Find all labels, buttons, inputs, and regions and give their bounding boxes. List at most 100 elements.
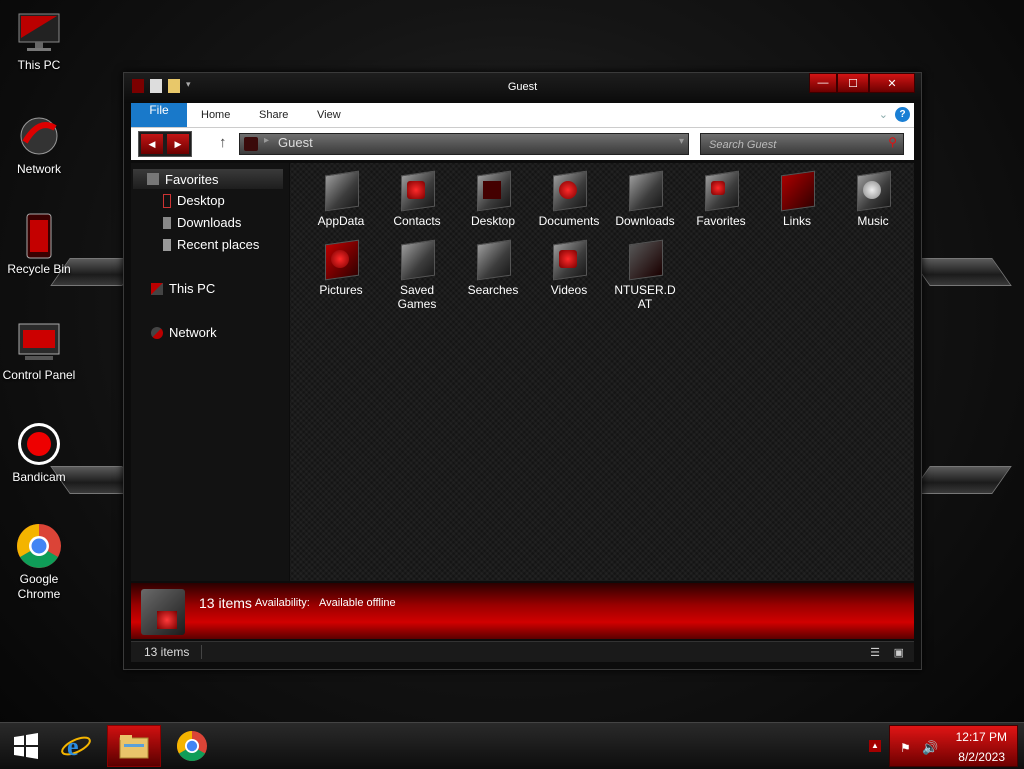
clock-date[interactable]: 8/2/2023 [958,750,1005,764]
nav-item-downloads[interactable]: Downloads [163,215,241,230]
recent-places-icon [163,238,171,251]
details-pane: 13 items Availability: Available offline [131,583,914,639]
file-item-ntuser-dat[interactable]: NTUSER.DAT [607,239,683,311]
chrome-taskbar-button[interactable] [172,725,212,767]
desktop-icon-recycle-bin[interactable]: Recycle Bin [0,212,78,277]
file-name: Saved Games [397,283,437,311]
search-icon[interactable]: ⚲ [888,135,897,149]
flag-icon[interactable]: ⚑ [900,741,911,755]
system-file-icon [625,239,665,281]
desktop-icon-bandicam[interactable]: Bandicam [0,420,78,485]
availability-value: Available offline [319,597,396,609]
monitor-icon [15,8,63,56]
recycle-bin-icon [15,212,63,260]
file-item-contacts[interactable]: Contacts [379,170,455,228]
chrome-icon [176,731,207,762]
navigation-pane: Favorites Desktop Downloads Recent place… [131,163,289,581]
address-text[interactable]: Guest [278,135,313,150]
file-item-links[interactable]: Links [759,170,835,228]
internet-explorer-button[interactable]: e [58,725,94,767]
file-name: Downloads [615,214,675,228]
desktop-icon-label: Recycle Bin [7,262,71,276]
navigation-bar: ◀ ▶ ↑ ▸ Guest ▾ ⚲ [131,128,914,160]
downloads-icon [163,216,171,229]
control-panel-icon [15,318,63,366]
search-input[interactable] [707,136,879,154]
system-tray[interactable]: ⚑ 🔊 12:17 PM 8/2/2023 [889,725,1018,767]
folder-icon [244,137,258,151]
file-item-searches[interactable]: Searches [455,239,531,297]
nav-item-label: Desktop [177,193,225,208]
file-item-documents[interactable]: Documents [531,170,607,228]
address-bar[interactable]: ▸ Guest ▾ [239,133,689,155]
file-name: Music [857,214,889,228]
tab-share[interactable]: Share [259,103,288,127]
volume-icon[interactable]: 🔊 [922,740,938,756]
music-folder-icon [853,170,893,212]
desktop-icon-label: Control Panel [2,368,76,382]
availability-label: Availability: [255,597,310,609]
file-name: Desktop [470,214,516,228]
desktop-icon-label: Network [16,162,61,176]
file-item-appdata[interactable]: AppData [303,170,379,228]
desktop-icon-chrome[interactable]: Google Chrome [0,522,78,602]
expand-ribbon-icon[interactable]: ⌄ [879,108,888,121]
clock-time[interactable]: 12:17 PM [956,730,1007,744]
ribbon: File Home Share View ⌄ ? [131,103,914,128]
file-item-music[interactable]: Music [835,170,911,228]
status-item-count: 13 items [144,645,203,659]
help-icon[interactable]: ? [895,107,910,122]
file-item-videos[interactable]: Videos [531,239,607,297]
file-item-favorites[interactable]: Favorites [683,170,759,228]
saved-games-folder-icon [397,239,437,281]
forward-button[interactable]: ▶ [167,134,189,154]
breadcrumb-separator-icon[interactable]: ▸ [264,135,269,146]
file-item-desktop[interactable]: Desktop [455,170,531,228]
tab-view[interactable]: View [317,103,341,127]
desktop-icon-label: This PC [17,58,61,72]
desktop-icon-this-pc[interactable]: This PC [0,8,78,73]
title-bar[interactable]: ▾ Guest — ☐ ✕ [124,73,921,103]
large-icons-view-icon[interactable]: ▣ [894,646,904,659]
nav-item-favorites[interactable]: Favorites [133,169,283,189]
file-item-saved-games[interactable]: Saved Games [379,239,455,311]
show-hidden-icons-button[interactable]: ▲ [869,740,881,752]
chrome-icon [15,522,63,570]
file-name: Links [782,214,811,228]
explorer-window[interactable]: ▾ Guest — ☐ ✕ File Home Share View ⌄ ? ◀… [123,72,922,670]
desktop-icon-network[interactable]: Network [0,112,78,177]
up-button[interactable]: ↑ [219,134,227,151]
record-icon [15,420,63,468]
maximize-button[interactable]: ☐ [837,73,869,93]
minimize-button[interactable]: — [809,73,837,93]
window-title: Guest [507,81,538,93]
file-item-downloads[interactable]: Downloads [607,170,683,228]
contacts-folder-icon [397,170,437,212]
close-button[interactable]: ✕ [869,73,915,93]
back-button[interactable]: ◀ [141,134,163,154]
tab-home[interactable]: Home [201,103,230,127]
file-explorer-button[interactable] [107,725,161,767]
nav-item-this-pc[interactable]: This PC [151,281,215,296]
file-item-pictures[interactable]: Pictures [303,239,379,297]
chevron-down-icon[interactable]: ▾ [679,136,684,147]
file-name: Favorites [696,214,746,228]
search-box[interactable]: ⚲ [700,133,904,155]
nav-item-label: Downloads [177,215,242,230]
nav-item-desktop[interactable]: Desktop [163,193,225,208]
desktop-icon-label: Bandicam [12,470,66,484]
file-name: Documents [538,214,600,228]
taskbar: e ▲ ⚑ 🔊 12:17 PM 8/2/2023 [0,722,1024,769]
desktop-icon-control-panel[interactable]: Control Panel [0,318,78,383]
start-button[interactable] [8,725,44,767]
nav-item-label: Favorites [165,171,219,187]
tab-file[interactable]: File [131,103,187,127]
nav-item-recent-places[interactable]: Recent places [163,237,259,252]
nav-item-label: Network [169,325,217,340]
documents-folder-icon [549,170,589,212]
star-icon [147,173,159,185]
links-folder-icon [777,170,817,212]
details-view-icon[interactable]: ☰ [870,646,880,659]
nav-item-label: This PC [169,281,216,296]
nav-item-network[interactable]: Network [151,325,217,340]
